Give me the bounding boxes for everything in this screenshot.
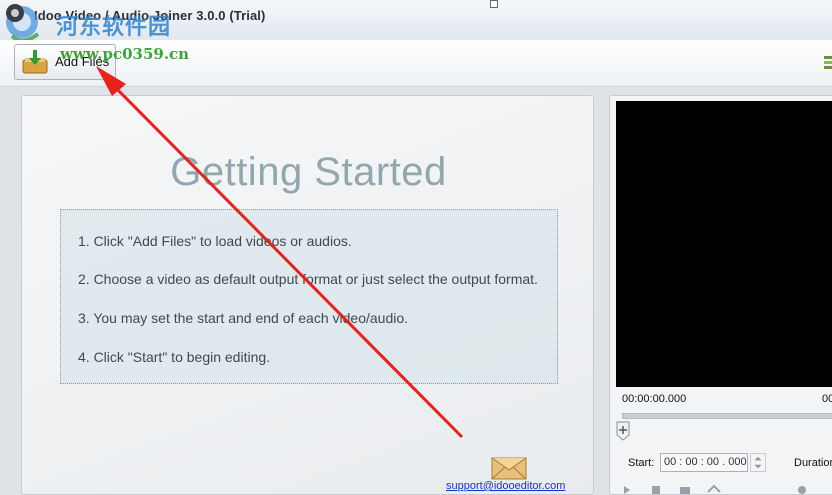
support-email-link[interactable]: support@idooeditor.com [446, 480, 565, 492]
step-3: 3. You may set the start and end of each… [78, 310, 409, 326]
step-1: 1. Click "Add Files" to load videos or a… [78, 233, 352, 249]
mail-icon[interactable] [491, 452, 527, 480]
getting-started-panel: Getting Started 1. Click "Add Files" to … [21, 95, 594, 495]
watermark-site-name: 河东软件园 [56, 14, 172, 40]
current-time: 00:00:00.000 [622, 393, 687, 405]
video-preview[interactable] [616, 101, 832, 387]
getting-started-title: Getting Started [170, 150, 447, 194]
add-files-icon [22, 50, 48, 74]
start-spinner-icon[interactable] [750, 453, 766, 472]
playback-controls-icon[interactable] [622, 484, 822, 494]
step-4: 4. Click "Start" to begin editing. [78, 349, 271, 365]
steps-box: 1. Click "Add Files" to load videos or a… [60, 209, 558, 384]
slider-handle-icon[interactable] [615, 421, 631, 441]
end-time: 00: [822, 393, 832, 405]
start-label: Start: [628, 457, 655, 469]
seek-slider[interactable] [622, 413, 832, 419]
duration-label: Duration [794, 457, 832, 469]
resize-marker [490, 0, 498, 8]
watermark-url: www.pc0359.cn [60, 45, 190, 63]
step-2: 2. Choose a video as default output form… [78, 271, 538, 287]
toolbar-menu-icon[interactable] [824, 54, 832, 70]
preview-panel: 00:00:00.000 00: Start: 00 : 00 : 00 . 0… [609, 95, 832, 495]
app-logo-icon [6, 4, 24, 22]
start-time-field[interactable]: 00 : 00 : 00 . 000 [660, 453, 748, 472]
